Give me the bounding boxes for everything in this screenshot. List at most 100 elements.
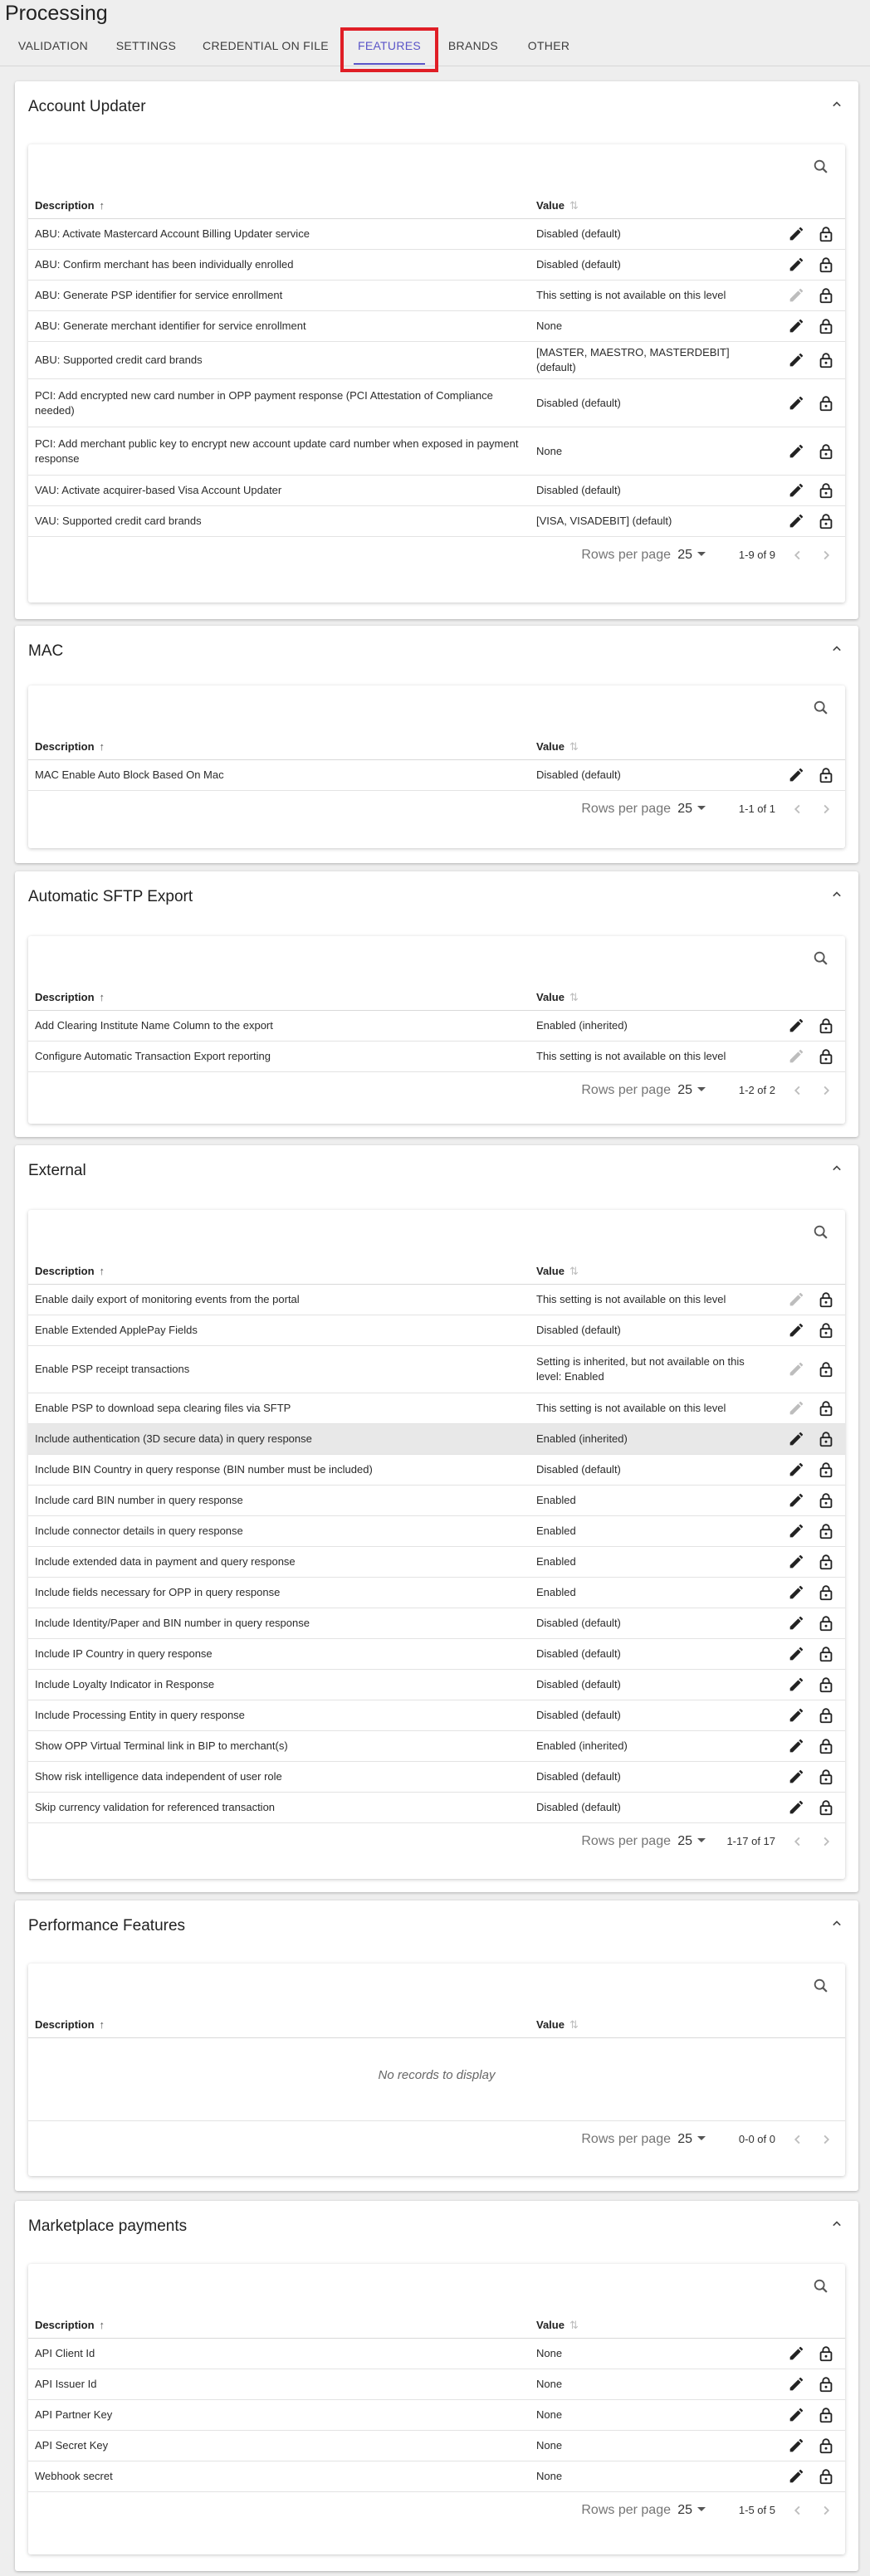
column-header-value[interactable]: Value ⇅ [536, 984, 579, 1011]
column-header-description[interactable]: Description ↑ [35, 193, 105, 219]
chevron-right-icon[interactable] [817, 1081, 835, 1100]
tab-validation[interactable]: VALIDATION [7, 27, 100, 66]
edit-pencil-icon[interactable] [787, 2375, 805, 2393]
chevron-right-icon[interactable] [817, 2501, 835, 2520]
edit-pencil-icon[interactable] [787, 394, 805, 412]
chevron-right-icon[interactable] [817, 1832, 835, 1851]
lock-icon[interactable] [817, 2467, 835, 2486]
lock-icon[interactable] [817, 1706, 835, 1725]
edit-pencil-icon[interactable] [787, 1737, 805, 1755]
lock-icon[interactable] [817, 766, 835, 784]
lock-icon[interactable] [817, 2406, 835, 2424]
tab-brands[interactable]: BRANDS [440, 27, 506, 66]
edit-pencil-icon[interactable] [787, 1553, 805, 1571]
edit-pencil-icon[interactable] [787, 2406, 805, 2424]
edit-pencil-icon[interactable] [787, 2437, 805, 2455]
lock-icon[interactable] [817, 1399, 835, 1417]
edit-pencil-icon[interactable] [787, 766, 805, 784]
edit-pencil-icon[interactable] [787, 1768, 805, 1786]
lock-icon[interactable] [817, 1491, 835, 1510]
edit-pencil-icon[interactable] [787, 1706, 805, 1725]
edit-pencil-icon[interactable] [787, 2344, 805, 2363]
column-header-value[interactable]: Value ⇅ [536, 2012, 579, 2038]
search-icon[interactable] [812, 949, 830, 968]
lock-icon[interactable] [817, 286, 835, 305]
column-header-description[interactable]: Description ↑ [35, 2012, 105, 2038]
rows-per-page-select[interactable]: 25 [677, 2121, 692, 2158]
tab-credential-on-file[interactable]: CREDENTIAL ON FILE [193, 27, 339, 66]
dropdown-caret-icon[interactable] [697, 552, 706, 556]
lock-icon[interactable] [817, 225, 835, 243]
lock-icon[interactable] [817, 256, 835, 274]
lock-icon[interactable] [817, 1522, 835, 1540]
lock-icon[interactable] [817, 481, 835, 500]
lock-icon[interactable] [817, 317, 835, 335]
lock-icon[interactable] [817, 1768, 835, 1786]
edit-pencil-icon[interactable] [787, 1583, 805, 1602]
dropdown-caret-icon[interactable] [697, 2507, 706, 2511]
edit-pencil-icon[interactable] [787, 1798, 805, 1817]
lock-icon[interactable] [817, 1430, 835, 1448]
chevron-up-icon[interactable] [828, 2216, 845, 2232]
chevron-left-icon[interactable] [789, 546, 807, 564]
edit-pencil-icon[interactable] [787, 1461, 805, 1479]
column-header-value[interactable]: Value ⇅ [536, 193, 579, 219]
lock-icon[interactable] [817, 1047, 835, 1066]
rows-per-page-select[interactable]: 25 [677, 1072, 692, 1109]
search-icon[interactable] [812, 1977, 830, 1995]
lock-icon[interactable] [817, 512, 835, 530]
column-header-description[interactable]: Description ↑ [35, 1258, 105, 1285]
chevron-right-icon[interactable] [817, 2130, 835, 2149]
edit-pencil-icon[interactable] [787, 1491, 805, 1510]
search-icon[interactable] [812, 2277, 830, 2295]
chevron-up-icon[interactable] [828, 96, 845, 113]
chevron-left-icon[interactable] [789, 1081, 807, 1100]
dropdown-caret-icon[interactable] [697, 1087, 706, 1091]
edit-pencil-icon[interactable] [787, 481, 805, 500]
chevron-left-icon[interactable] [789, 800, 807, 818]
lock-icon[interactable] [817, 1737, 835, 1755]
edit-pencil-icon[interactable] [787, 1017, 805, 1035]
lock-icon[interactable] [817, 351, 835, 369]
lock-icon[interactable] [817, 442, 835, 461]
search-icon[interactable] [812, 699, 830, 717]
edit-pencil-icon[interactable] [787, 1676, 805, 1694]
dropdown-caret-icon[interactable] [697, 1838, 706, 1842]
lock-icon[interactable] [817, 1583, 835, 1602]
lock-icon[interactable] [817, 1614, 835, 1632]
search-icon[interactable] [812, 158, 830, 176]
rows-per-page-select[interactable]: 25 [677, 791, 692, 827]
lock-icon[interactable] [817, 1676, 835, 1694]
lock-icon[interactable] [817, 1645, 835, 1663]
edit-pencil-icon[interactable] [787, 2467, 805, 2486]
chevron-up-icon[interactable] [828, 641, 845, 657]
edit-pencil-icon[interactable] [787, 225, 805, 243]
tab-other[interactable]: OTHER [515, 27, 583, 66]
column-header-description[interactable]: Description ↑ [35, 2312, 105, 2339]
chevron-left-icon[interactable] [789, 1832, 807, 1851]
edit-pencil-icon[interactable] [787, 512, 805, 530]
lock-icon[interactable] [817, 2375, 835, 2393]
column-header-value[interactable]: Value ⇅ [536, 734, 579, 760]
edit-pencil-icon[interactable] [787, 1614, 805, 1632]
edit-pencil-icon[interactable] [787, 1522, 805, 1540]
chevron-up-icon[interactable] [828, 1915, 845, 1932]
lock-icon[interactable] [817, 1360, 835, 1378]
edit-pencil-icon[interactable] [787, 256, 805, 274]
edit-pencil-icon[interactable] [787, 1321, 805, 1339]
lock-icon[interactable] [817, 1461, 835, 1479]
chevron-left-icon[interactable] [789, 2501, 807, 2520]
lock-icon[interactable] [817, 1321, 835, 1339]
chevron-up-icon[interactable] [828, 886, 845, 903]
column-header-description[interactable]: Description ↑ [35, 734, 105, 760]
edit-pencil-icon[interactable] [787, 442, 805, 461]
chevron-left-icon[interactable] [789, 2130, 807, 2149]
edit-pencil-icon[interactable] [787, 1645, 805, 1663]
lock-icon[interactable] [817, 394, 835, 412]
lock-icon[interactable] [817, 1798, 835, 1817]
lock-icon[interactable] [817, 2344, 835, 2363]
lock-icon[interactable] [817, 2437, 835, 2455]
lock-icon[interactable] [817, 1017, 835, 1035]
column-header-description[interactable]: Description ↑ [35, 984, 105, 1011]
rows-per-page-select[interactable]: 25 [677, 537, 692, 573]
